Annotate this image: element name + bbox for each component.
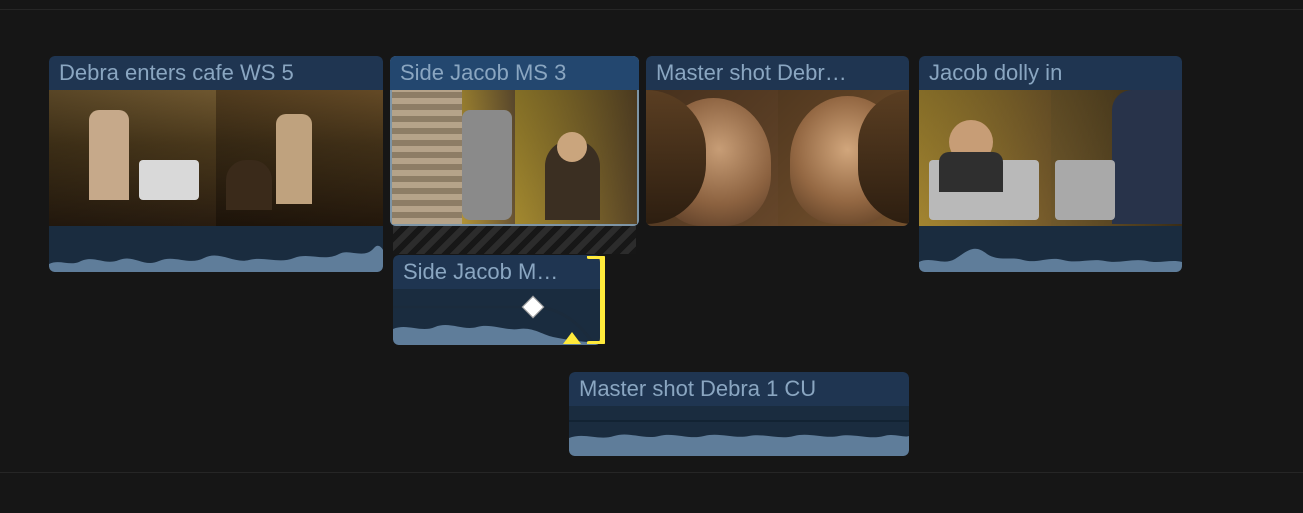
frame-thumbnail bbox=[919, 90, 1051, 226]
video-clip[interactable]: Master shot Debr… bbox=[646, 56, 909, 226]
clip-audio-waveform[interactable] bbox=[569, 406, 909, 456]
clip-title: Jacob dolly in bbox=[919, 56, 1182, 90]
video-clip[interactable]: Jacob dolly in bbox=[919, 56, 1182, 272]
volume-line[interactable] bbox=[569, 420, 909, 422]
divider bbox=[0, 472, 1303, 473]
clip-filmstrip[interactable] bbox=[919, 90, 1182, 226]
video-clip-selected[interactable]: Side Jacob MS 3 bbox=[390, 56, 639, 226]
clip-filmstrip[interactable] bbox=[49, 90, 383, 226]
frame-thumbnail bbox=[392, 90, 515, 224]
clip-audio-waveform[interactable] bbox=[919, 226, 1182, 272]
clip-filmstrip[interactable] bbox=[390, 90, 639, 226]
timeline[interactable]: Debra enters cafe WS 5 Side Jacob M bbox=[0, 0, 1303, 513]
clip-title: Master shot Debra 1 CU bbox=[569, 372, 909, 406]
clip-title: Debra enters cafe WS 5 bbox=[49, 56, 383, 90]
waveform-icon bbox=[49, 226, 383, 272]
frame-thumbnail bbox=[1051, 90, 1183, 226]
frame-thumbnail bbox=[49, 90, 216, 226]
frame-thumbnail bbox=[646, 90, 778, 226]
frame-thumbnail bbox=[515, 90, 638, 224]
waveform-icon bbox=[919, 226, 1182, 272]
frame-thumbnail bbox=[216, 90, 383, 226]
clip-title: Master shot Debr… bbox=[646, 56, 909, 90]
connected-audio-clip[interactable]: Master shot Debra 1 CU bbox=[569, 372, 909, 456]
divider bbox=[0, 9, 1303, 10]
frame-thumbnail bbox=[778, 90, 910, 226]
video-clip[interactable]: Debra enters cafe WS 5 bbox=[49, 56, 383, 272]
clip-filmstrip[interactable] bbox=[646, 90, 909, 226]
fade-triangle-icon[interactable] bbox=[563, 332, 581, 344]
clip-title: Side Jacob MS 3 bbox=[390, 56, 639, 90]
waveform-icon bbox=[569, 406, 909, 456]
transition-gap bbox=[393, 226, 636, 254]
clip-title: Side Jacob M… bbox=[393, 255, 601, 289]
clip-audio-waveform[interactable] bbox=[49, 226, 383, 272]
